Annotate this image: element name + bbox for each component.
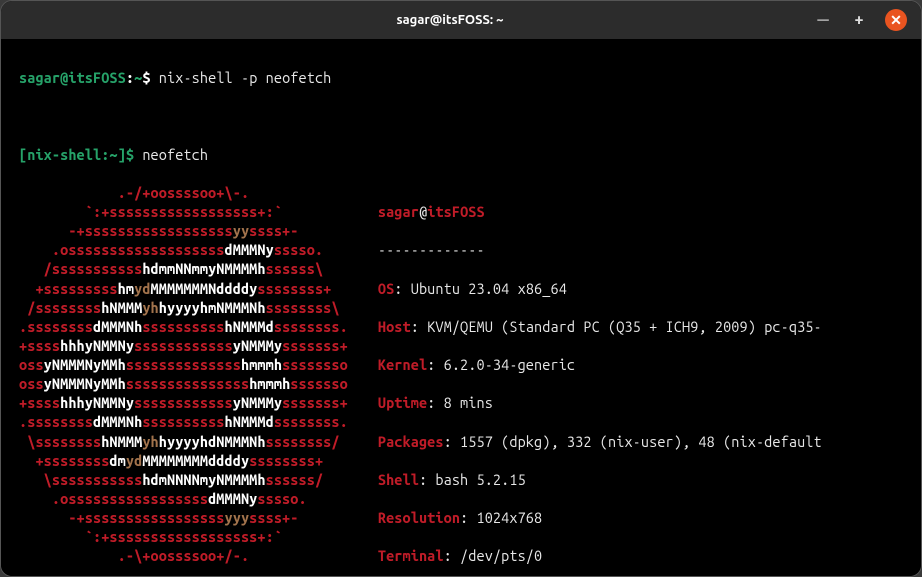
close-button[interactable]: ✕ [885, 9, 907, 31]
terminal-body[interactable]: sagar@itsFOSS:~$ nix-shell -p neofetch [… [1, 39, 921, 576]
minimize-button[interactable]: ─ [813, 10, 833, 30]
logo-line: +sssshhhyNMMNyssssssssssssyNMMMysssssss+ [19, 393, 348, 412]
logo-line: .osssssssssssssssssdMMMNysssso. [19, 489, 348, 508]
info-shell: Shell: bash 5.2.15 [378, 470, 903, 489]
maximize-button[interactable]: + [849, 10, 869, 30]
logo-line: \ssssssssssshdmNNNNmyNMMMMhssssss/ [19, 470, 348, 489]
system-info: sagar@itsFOSS ------------- OS: Ubuntu 2… [348, 183, 903, 576]
info-resolution: Resolution: 1024x768 [378, 508, 903, 527]
nix-shell-prompt: [nix-shell:~]$ [19, 146, 142, 163]
window-controls: ─ + ✕ [813, 9, 907, 31]
info-divider: ------------- [378, 240, 903, 259]
logo-line: ossyNMMMNyMMhsssssssssssssshmmmhssssssso [19, 355, 348, 374]
info-header: sagar@itsFOSS [378, 202, 903, 221]
window-title: sagar@itsFOSS: ~ [87, 13, 813, 27]
logo-line: `:+ssssssssssssssssss+:` [19, 202, 348, 221]
logo-line: -+ssssssssssssssssssyyssss+- [19, 221, 348, 240]
prompt-line-2: [nix-shell:~]$ neofetch [19, 145, 903, 164]
logo-line: ossyNMMMNyMMhssssssssssssssshmmmhsssssso [19, 374, 348, 393]
logo-line: +ssssssssshmydMMMMMMMNddddyssssssss+ [19, 279, 348, 298]
info-host: Host: KVM/QEMU (Standard PC (Q35 + ICH9,… [378, 317, 903, 336]
info-terminal: Terminal: /dev/pts/0 [378, 546, 903, 565]
command-text: neofetch [142, 146, 208, 163]
logo-line: .ssssssssdMMMNhsssssssssshNMMMdssssssss. [19, 317, 348, 336]
info-kernel: Kernel: 6.2.0-34-generic [378, 355, 903, 374]
terminal-window: sagar@itsFOSS: ~ ─ + ✕ sagar@itsFOSS:~$ … [0, 0, 922, 577]
logo-line: .osssssssssssssssssssdMMMNysssso. [19, 240, 348, 259]
info-os: OS: Ubuntu 23.04 x86_64 [378, 279, 903, 298]
info-uptime: Uptime: 8 mins [378, 393, 903, 412]
prompt-userhost: sagar@itsFOSS [19, 69, 126, 86]
logo-line: .-\+oossssoo+/-. [19, 546, 348, 565]
prompt-line-1: sagar@itsFOSS:~$ nix-shell -p neofetch [19, 68, 903, 87]
neofetch-output: .-/+oossssoo+\-. `:+ssssssssssssssssss+:… [19, 183, 903, 576]
logo-line: /ssssssssssshdmmNNmmyNMMMMhssssss\ [19, 259, 348, 278]
logo-line: /sssssssshNMMMyhhyyyyhmNMMMNhssssssss\ [19, 298, 348, 317]
logo-line: .ssssssssdMMMNhsssssssssshNMMMdssssssss. [19, 412, 348, 431]
logo-line: -+sssssssssssssssssyyyssss+- [19, 508, 348, 527]
logo-line: +sssshhhyNMMNyssssssssssssyNMMMysssssss+ [19, 336, 348, 355]
logo-line: +ssssssssdmydMMMMMMMMddddyssssssss+ [19, 451, 348, 470]
logo-line: .-/+oossssoo+\-. [19, 183, 348, 202]
info-packages: Packages: 1557 (dpkg), 332 (nix-user), 4… [378, 432, 903, 451]
command-text: nix-shell -p neofetch [159, 69, 332, 86]
titlebar[interactable]: sagar@itsFOSS: ~ ─ + ✕ [1, 1, 921, 39]
logo-line: \sssssssshNMMMyhhyyyyhdNMMMNhssssssss/ [19, 432, 348, 451]
ascii-logo: .-/+oossssoo+\-. `:+ssssssssssssssssss+:… [19, 183, 348, 566]
logo-line: `:+ssssssssssssssssss+:` [19, 527, 348, 546]
